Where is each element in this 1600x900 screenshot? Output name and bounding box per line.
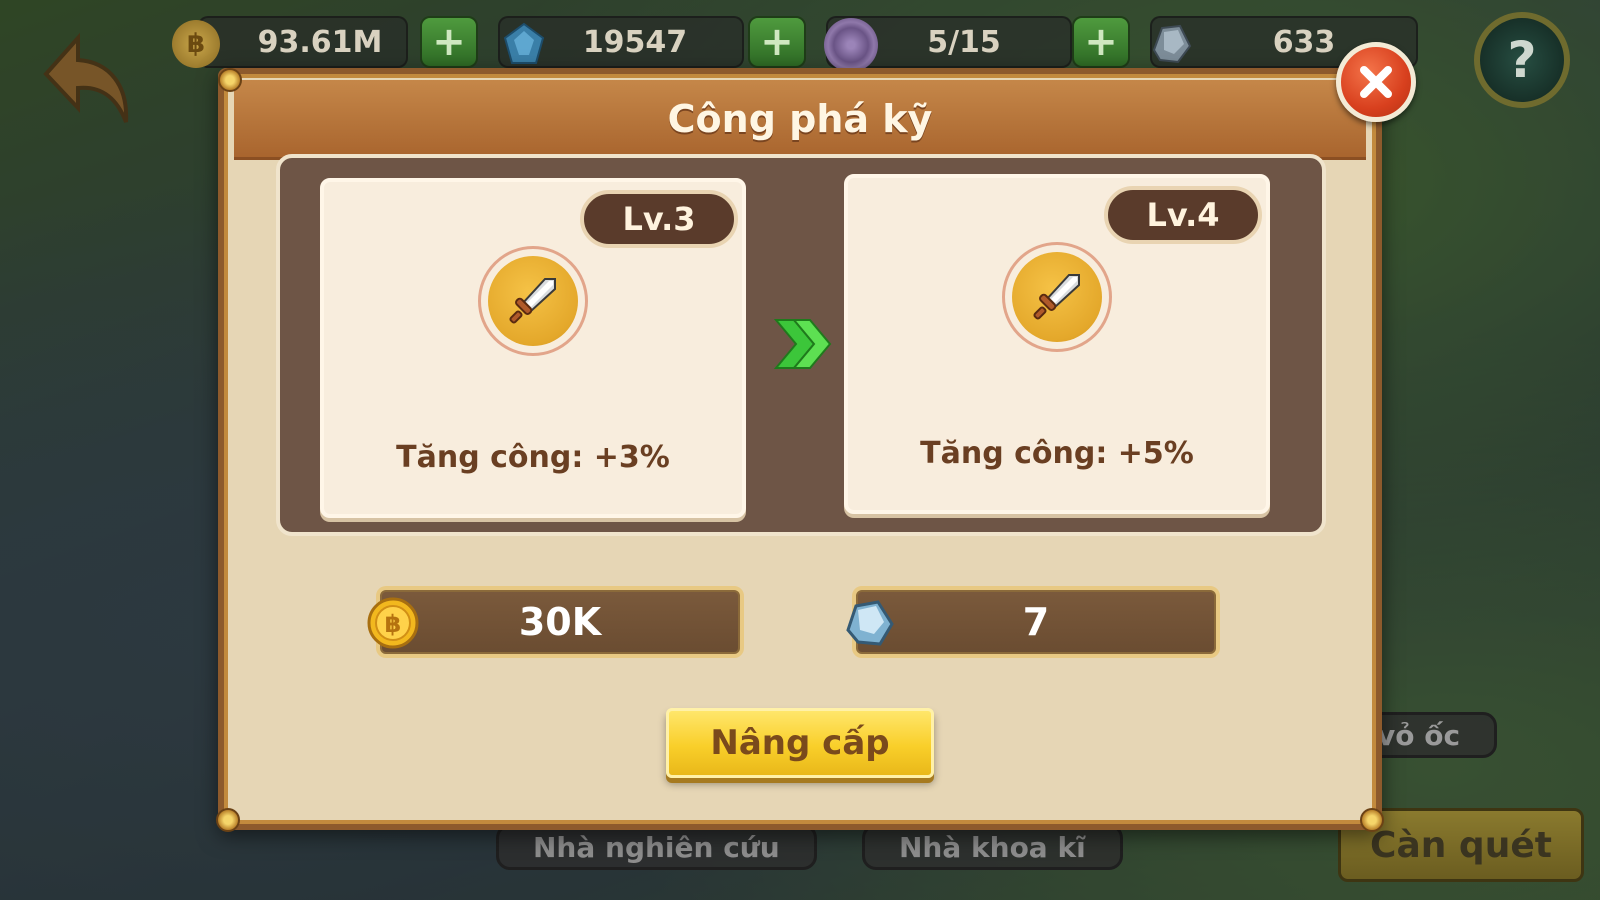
crystal-ore-icon (846, 600, 894, 646)
building-label-tech-text: Nhà khoa kĩ (899, 830, 1086, 864)
crystal-amount: 633 (1272, 24, 1336, 60)
double-chevron-right-icon (773, 319, 832, 369)
gem-amount: 19547 (582, 24, 688, 60)
add-gems-button[interactable]: + (748, 16, 806, 68)
corner-ornament-top-left (218, 68, 242, 92)
gold-amount: 93.61M (257, 24, 383, 60)
dialog-title: Công phá kỹ (667, 96, 933, 141)
building-label-research-text: Nhà nghiên cứu (533, 830, 780, 864)
svg-text:฿: ฿ (385, 610, 402, 638)
corner-ornament-bottom-left (216, 808, 240, 832)
current-level-badge: Lv.3 (580, 190, 738, 248)
next-level-badge: Lv.4 (1104, 186, 1262, 244)
upgrade-button[interactable]: Nâng cấp (666, 708, 934, 778)
gold-cost-amount: 30K (518, 600, 602, 644)
crystal-ore-icon (1146, 20, 1194, 68)
gold-coin-icon: ฿ (172, 20, 220, 68)
next-level-text: Lv.4 (1146, 196, 1220, 234)
building-label-tech: Nhà khoa kĩ (862, 824, 1123, 870)
blue-gem-icon (500, 20, 548, 68)
current-level-card: Lv.3 Tăng công: +3% (320, 178, 746, 518)
gold-coin-icon: ฿ (367, 597, 419, 649)
upgrade-button-label: Nâng cấp (710, 723, 890, 763)
corner-ornament-bottom-right (1360, 808, 1384, 832)
add-energy-button[interactable]: + (1072, 16, 1130, 68)
close-icon (1360, 66, 1392, 98)
current-level-text: Lv.3 (622, 200, 696, 238)
building-label-research: Nhà nghiên cứu (496, 824, 817, 870)
sword-icon (509, 278, 556, 324)
current-skill-icon (478, 246, 588, 356)
back-arrow-icon (43, 32, 129, 123)
close-button[interactable] (1336, 42, 1416, 122)
next-skill-icon (1002, 242, 1112, 352)
next-level-card: Lv.4 Tăng công: +5% (844, 174, 1270, 514)
dialog-header: Công phá kỹ (234, 80, 1366, 160)
question-mark-icon: ? (1507, 31, 1537, 89)
sword-icon (1033, 274, 1080, 320)
building-label-shell-text: vỏ ốc (1377, 718, 1461, 752)
help-button[interactable]: ? (1474, 12, 1570, 108)
gold-cost-bar: 30K (376, 586, 744, 658)
next-stat-text: Tăng công: +5% (920, 436, 1194, 471)
crystal-cost-bar: 7 (852, 586, 1220, 658)
sweep-button-label: Càn quét (1370, 824, 1552, 866)
add-gold-button[interactable]: + (420, 16, 478, 68)
shell-energy-icon (824, 18, 878, 72)
back-button[interactable] (38, 30, 134, 130)
energy-amount: 5/15 (927, 24, 1001, 60)
gold-counter: 93.61M (198, 16, 408, 68)
current-stat-text: Tăng công: +3% (396, 440, 670, 475)
crystal-cost-amount: 7 (1022, 600, 1050, 644)
